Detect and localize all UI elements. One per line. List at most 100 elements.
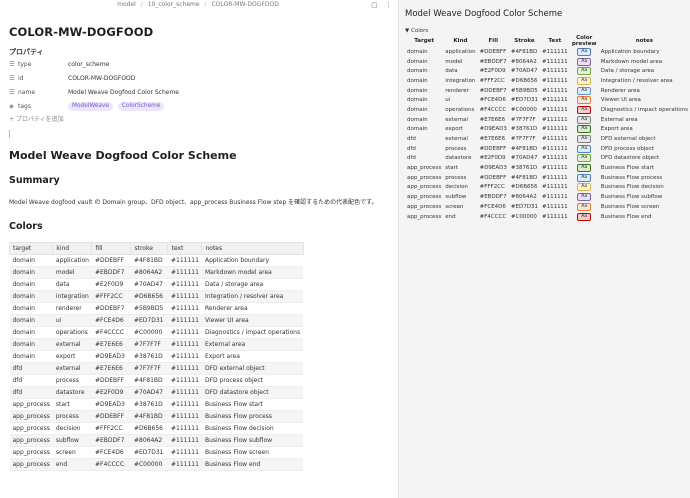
- table-cell-target[interactable]: app_process: [9, 434, 53, 447]
- column-header[interactable]: stroke: [130, 242, 169, 255]
- table-cell-stroke[interactable]: #70AD47: [130, 386, 168, 399]
- table-cell-kind[interactable]: decision: [52, 422, 92, 435]
- table-cell-fill[interactable]: #FFF2CC: [91, 290, 131, 303]
- table-cell-notes[interactable]: Business Flow end: [201, 458, 304, 471]
- table-cell-stroke[interactable]: #7F7F7F: [130, 338, 168, 351]
- column-header[interactable]: target: [8, 242, 54, 255]
- note-title[interactable]: COLOR-MW-DOGFOOD: [9, 25, 387, 39]
- property-row-id[interactable]: ☰ id COLOR-MW-DOGFOOD: [9, 71, 387, 85]
- table-cell-text[interactable]: #111111: [167, 362, 202, 375]
- table-cell-fill[interactable]: #D9EAD3: [91, 350, 131, 363]
- table-cell-target[interactable]: domain: [9, 338, 53, 351]
- tag-pill[interactable]: ColorScheme: [117, 101, 165, 111]
- table-cell-notes[interactable]: Diagnostics / impact operations: [201, 326, 304, 339]
- column-header[interactable]: fill: [91, 242, 132, 255]
- table-cell-kind[interactable]: datastore: [52, 386, 92, 399]
- table-cell-fill[interactable]: #D9EAD3: [91, 398, 131, 411]
- property-value[interactable]: color_scheme: [68, 61, 109, 68]
- table-cell-fill[interactable]: #E7E6E6: [91, 362, 131, 375]
- table-cell-stroke[interactable]: #D6B656: [130, 290, 168, 303]
- table-cell-stroke[interactable]: #70AD47: [130, 278, 168, 291]
- table-cell-stroke[interactable]: #4F81BD: [130, 374, 168, 387]
- breadcrumb-item[interactable]: model: [117, 1, 136, 8]
- property-row-type[interactable]: ☰ type color_scheme: [9, 57, 387, 71]
- table-cell-notes[interactable]: Business Flow decision: [201, 422, 304, 435]
- table-cell-stroke[interactable]: #4F81BD: [130, 254, 168, 267]
- table-cell-fill[interactable]: #EBDDF7: [91, 434, 131, 447]
- table-cell-stroke[interactable]: #38761D: [130, 350, 168, 363]
- table-cell-notes[interactable]: Business Flow screen: [201, 446, 304, 459]
- table-cell-target[interactable]: app_process: [9, 398, 53, 411]
- table-cell-stroke[interactable]: #ED7D31: [130, 314, 168, 327]
- table-cell-target[interactable]: domain: [9, 350, 53, 363]
- table-cell-text[interactable]: #111111: [167, 302, 202, 315]
- table-cell-stroke[interactable]: #5B9BD5: [130, 302, 168, 315]
- table-cell-text[interactable]: #111111: [167, 386, 202, 399]
- table-cell-fill[interactable]: #FCE4D6: [91, 314, 131, 327]
- table-cell-text[interactable]: #111111: [167, 254, 202, 267]
- table-cell-kind[interactable]: external: [52, 362, 92, 375]
- table-cell-fill[interactable]: #DDEBF7: [91, 302, 131, 315]
- table-cell-target[interactable]: dfd: [9, 362, 53, 375]
- table-cell-notes[interactable]: Viewer UI area: [201, 314, 304, 327]
- add-property-button[interactable]: + プロパティを追加: [9, 114, 387, 126]
- table-cell-text[interactable]: #111111: [167, 422, 202, 435]
- table-cell-fill[interactable]: #E2F0D9: [91, 278, 131, 291]
- table-cell-notes[interactable]: Renderer area: [201, 302, 304, 315]
- table-cell-fill[interactable]: #DDEBFF: [91, 374, 131, 387]
- table-cell-target[interactable]: domain: [9, 314, 53, 327]
- reading-view-icon[interactable]: ▢: [371, 1, 378, 9]
- breadcrumb-item[interactable]: COLOR-MW-DOGFOOD: [211, 1, 278, 8]
- column-header[interactable]: kind: [52, 242, 93, 255]
- table-cell-text[interactable]: #111111: [167, 398, 202, 411]
- table-cell-kind[interactable]: subflow: [52, 434, 92, 447]
- table-cell-notes[interactable]: DFD external object: [201, 362, 304, 375]
- table-cell-kind[interactable]: renderer: [52, 302, 92, 315]
- table-cell-fill[interactable]: #FFF2CC: [91, 422, 131, 435]
- table-cell-text[interactable]: #111111: [167, 446, 202, 459]
- table-cell-stroke[interactable]: #ED7D31: [130, 446, 168, 459]
- table-cell-fill[interactable]: #F4CCCC: [91, 326, 131, 339]
- table-cell-kind[interactable]: process: [52, 374, 92, 387]
- table-cell-notes[interactable]: DFD datastore object: [201, 386, 304, 399]
- table-cell-stroke[interactable]: #4F81BD: [130, 410, 168, 423]
- table-cell-kind[interactable]: integration: [52, 290, 92, 303]
- table-cell-target[interactable]: app_process: [9, 422, 53, 435]
- table-cell-notes[interactable]: Markdown model area: [201, 266, 304, 279]
- table-cell-notes[interactable]: Integration / resolver area: [201, 290, 304, 303]
- table-cell-fill[interactable]: #E2F0D9: [91, 386, 131, 399]
- table-cell-notes[interactable]: External area: [201, 338, 304, 351]
- table-cell-text[interactable]: #111111: [167, 374, 202, 387]
- table-cell-stroke[interactable]: #D6B656: [130, 422, 168, 435]
- property-value[interactable]: COLOR-MW-DOGFOOD: [68, 75, 135, 82]
- property-value[interactable]: Model Weave Dogfood Color Scheme: [68, 89, 179, 96]
- table-cell-notes[interactable]: Application boundary: [201, 254, 304, 267]
- table-cell-notes[interactable]: Business Flow start: [201, 398, 304, 411]
- table-cell-fill[interactable]: #FCE4D6: [91, 446, 131, 459]
- table-cell-text[interactable]: #111111: [167, 350, 202, 363]
- table-cell-text[interactable]: #111111: [167, 266, 202, 279]
- table-cell-kind[interactable]: external: [52, 338, 92, 351]
- table-cell-target[interactable]: dfd: [9, 386, 53, 399]
- table-cell-notes[interactable]: Data / storage area: [201, 278, 304, 291]
- table-cell-kind[interactable]: ui: [52, 314, 92, 327]
- table-cell-kind[interactable]: model: [52, 266, 92, 279]
- table-cell-notes[interactable]: DFD process object: [201, 374, 304, 387]
- table-cell-text[interactable]: #111111: [167, 314, 202, 327]
- table-cell-text[interactable]: #111111: [167, 410, 202, 423]
- colors-section-toggle[interactable]: ▼ Colors: [405, 28, 690, 34]
- table-cell-fill[interactable]: #F4CCCC: [91, 458, 131, 471]
- table-cell-kind[interactable]: export: [52, 350, 92, 363]
- table-cell-stroke[interactable]: #C00000: [130, 326, 168, 339]
- table-cell-kind[interactable]: application: [52, 254, 92, 267]
- table-cell-stroke[interactable]: #8064A2: [130, 434, 168, 447]
- table-cell-target[interactable]: dfd: [9, 374, 53, 387]
- table-cell-kind[interactable]: end: [52, 458, 92, 471]
- table-cell-target[interactable]: app_process: [9, 446, 53, 459]
- column-header[interactable]: notes: [201, 242, 304, 255]
- table-cell-notes[interactable]: Business Flow subflow: [201, 434, 304, 447]
- table-cell-notes[interactable]: Export area: [201, 350, 304, 363]
- table-cell-target[interactable]: domain: [9, 254, 53, 267]
- tag-pill[interactable]: ModelWeave: [68, 101, 113, 111]
- table-cell-target[interactable]: domain: [9, 290, 53, 303]
